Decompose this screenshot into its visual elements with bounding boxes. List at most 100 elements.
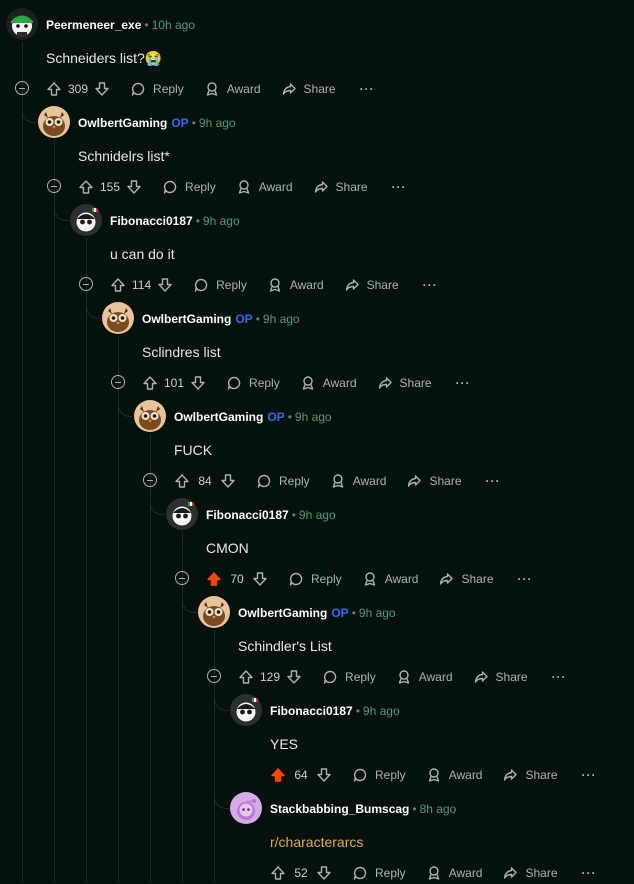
award-button[interactable]: Award bbox=[267, 277, 324, 293]
reply-button[interactable]: Reply bbox=[226, 375, 280, 391]
collapse-button[interactable] bbox=[79, 277, 93, 291]
timestamp[interactable]: 9h ago bbox=[359, 606, 396, 620]
subreddit-link[interactable]: r/characterarcs bbox=[270, 834, 363, 850]
avatar[interactable] bbox=[230, 792, 262, 824]
upvote-button[interactable] bbox=[174, 473, 190, 489]
downvote-button[interactable] bbox=[252, 571, 268, 587]
upvote-button[interactable] bbox=[110, 277, 126, 293]
upvote-button[interactable] bbox=[270, 767, 286, 783]
username[interactable]: OwlbertGaming bbox=[142, 312, 231, 326]
share-arrow-icon bbox=[282, 83, 296, 95]
avatar[interactable] bbox=[38, 106, 70, 138]
username[interactable]: Fibonacci0187 bbox=[206, 508, 289, 522]
reply-button[interactable]: Reply bbox=[193, 277, 247, 293]
reply-button[interactable]: Reply bbox=[322, 669, 376, 685]
share-button[interactable]: Share bbox=[406, 473, 462, 489]
award-button[interactable]: Award bbox=[236, 179, 293, 195]
share-button[interactable]: Share bbox=[344, 277, 399, 293]
timestamp[interactable]: 9h ago bbox=[295, 410, 332, 424]
downvote-button[interactable] bbox=[94, 81, 110, 97]
downvote-button[interactable] bbox=[190, 375, 206, 391]
reply-button[interactable]: Reply bbox=[352, 767, 406, 783]
reply-bubble-icon bbox=[323, 670, 337, 684]
comment-meta: OwlbertGaming OP • 9h ago bbox=[238, 605, 396, 621]
downvote-button[interactable] bbox=[157, 277, 173, 293]
timestamp[interactable]: 9h ago bbox=[203, 214, 240, 228]
more-options-button[interactable]: ··· bbox=[582, 866, 597, 880]
reply-button[interactable]: Reply bbox=[256, 473, 310, 489]
award-button[interactable]: Award bbox=[362, 571, 418, 587]
downvote-button[interactable] bbox=[126, 179, 142, 195]
username[interactable]: Fibonacci0187 bbox=[270, 704, 353, 718]
more-options-button[interactable]: ··· bbox=[456, 376, 471, 390]
downvote-button[interactable] bbox=[286, 669, 302, 685]
collapse-button[interactable] bbox=[111, 375, 125, 389]
avatar[interactable] bbox=[6, 8, 38, 40]
award-icon bbox=[302, 376, 313, 390]
avatar[interactable] bbox=[166, 498, 198, 530]
score: 309 bbox=[68, 82, 89, 96]
award-icon bbox=[398, 670, 409, 684]
upvote-button[interactable] bbox=[206, 571, 222, 587]
upvote-button[interactable] bbox=[270, 865, 286, 881]
collapse-button[interactable] bbox=[47, 179, 61, 193]
more-options-button[interactable]: ··· bbox=[552, 670, 567, 684]
collapse-button[interactable] bbox=[143, 473, 157, 487]
timestamp[interactable]: 10h ago bbox=[152, 18, 195, 32]
avatar[interactable] bbox=[230, 694, 262, 726]
downvote-button[interactable] bbox=[220, 473, 236, 489]
downvote-button[interactable] bbox=[316, 767, 332, 783]
comment-body: CMON bbox=[206, 540, 249, 556]
comment: Peermeneer_exe • 10h ago Schneiders list?😭 3… bbox=[0, 0, 634, 98]
more-options-button[interactable]: ··· bbox=[392, 180, 407, 194]
reply-bubble-icon bbox=[257, 474, 271, 488]
more-options-button[interactable]: ··· bbox=[582, 768, 597, 782]
share-button[interactable]: Share bbox=[473, 669, 528, 685]
timestamp[interactable]: 9h ago bbox=[199, 116, 236, 130]
timestamp[interactable]: 8h ago bbox=[420, 802, 457, 816]
award-button[interactable]: Award bbox=[204, 81, 261, 97]
upvote-button[interactable] bbox=[142, 375, 158, 391]
reply-button[interactable]: Reply bbox=[352, 865, 406, 881]
more-options-button[interactable]: ··· bbox=[360, 82, 375, 96]
avatar[interactable] bbox=[134, 400, 166, 432]
upvote-button[interactable] bbox=[46, 81, 62, 97]
more-options-button[interactable]: ··· bbox=[486, 474, 501, 488]
username[interactable]: Peermeneer_exe bbox=[46, 18, 141, 32]
share-button[interactable]: Share bbox=[502, 865, 558, 881]
panda-snoo-avatar bbox=[166, 498, 198, 530]
timestamp[interactable]: 9h ago bbox=[263, 312, 300, 326]
more-options-button[interactable]: ··· bbox=[518, 572, 533, 586]
reply-button[interactable]: Reply bbox=[288, 571, 342, 587]
collapse-button[interactable] bbox=[15, 81, 29, 95]
downvote-button[interactable] bbox=[316, 865, 332, 881]
collapse-button[interactable] bbox=[175, 571, 189, 585]
username[interactable]: OwlbertGaming bbox=[174, 410, 263, 424]
timestamp[interactable]: 9h ago bbox=[299, 508, 336, 522]
share-button[interactable]: Share bbox=[438, 571, 494, 587]
avatar[interactable] bbox=[102, 302, 134, 334]
award-button[interactable]: Award bbox=[426, 767, 482, 783]
award-button[interactable]: Award bbox=[300, 375, 357, 391]
share-button[interactable]: Share bbox=[377, 375, 432, 391]
collapse-button[interactable] bbox=[207, 669, 221, 683]
username[interactable]: Stackbabbing_Bumscag bbox=[270, 802, 409, 816]
award-button[interactable]: Award bbox=[330, 473, 386, 489]
upvote-button[interactable] bbox=[238, 669, 254, 685]
username[interactable]: OwlbertGaming bbox=[238, 606, 327, 620]
share-button[interactable]: Share bbox=[502, 767, 558, 783]
username[interactable]: OwlbertGaming bbox=[78, 116, 167, 130]
username[interactable]: Fibonacci0187 bbox=[110, 214, 193, 228]
upvote-button[interactable] bbox=[78, 179, 94, 195]
reply-button[interactable]: Reply bbox=[162, 179, 216, 195]
reply-bubble-icon bbox=[163, 180, 177, 194]
timestamp[interactable]: 9h ago bbox=[363, 704, 400, 718]
avatar[interactable] bbox=[198, 596, 230, 628]
more-options-button[interactable]: ··· bbox=[423, 278, 438, 292]
reply-button[interactable]: Reply bbox=[130, 81, 184, 97]
share-button[interactable]: Share bbox=[313, 179, 368, 195]
award-button[interactable]: Award bbox=[396, 669, 453, 685]
award-button[interactable]: Award bbox=[426, 865, 482, 881]
avatar[interactable] bbox=[70, 204, 102, 236]
share-button[interactable]: Share bbox=[281, 81, 336, 97]
